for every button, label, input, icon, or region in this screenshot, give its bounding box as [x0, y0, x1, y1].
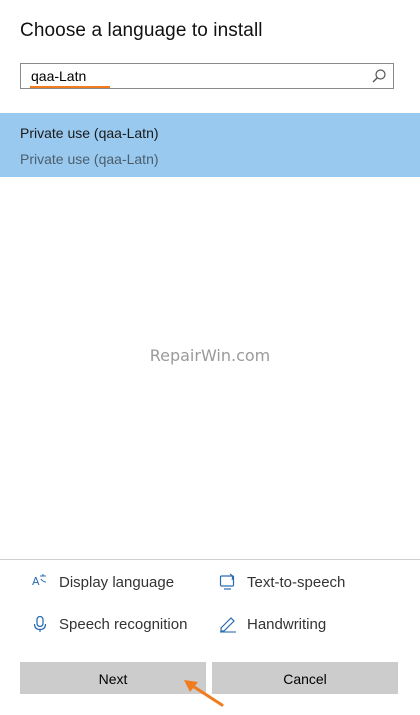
dialog-title: Choose a language to install: [20, 20, 263, 41]
search-icon[interactable]: [371, 68, 387, 84]
cancel-button[interactable]: Cancel: [212, 662, 398, 694]
language-result-item[interactable]: Private use (qaa-Latn) Private use (qaa-…: [0, 113, 420, 177]
feature-label: Text-to-speech: [247, 573, 346, 591]
microphone-icon: [33, 615, 47, 632]
search-highlight-underline: [30, 86, 110, 88]
svg-text:A: A: [32, 575, 40, 588]
divider: [0, 559, 420, 560]
feature-label: Display language: [59, 573, 175, 591]
language-native-name: Private use (qaa-Latn): [20, 151, 159, 167]
feature-text-to-speech: Text-to-speech: [219, 573, 345, 591]
annotation-arrow: [184, 680, 224, 707]
text-to-speech-icon: [219, 573, 235, 590]
feature-label: Handwriting: [247, 615, 327, 633]
feature-handwriting: Handwriting: [219, 615, 326, 633]
display-language-icon: A: [32, 574, 47, 588]
pen-icon: [220, 617, 236, 633]
search-box[interactable]: [20, 63, 394, 89]
search-input[interactable]: [21, 64, 361, 88]
feature-label: Speech recognition: [59, 615, 188, 633]
watermark: RepairWin.com: [149, 346, 271, 365]
language-name: Private use (qaa-Latn): [20, 125, 159, 141]
feature-display-language: A Display language: [31, 573, 174, 591]
feature-speech-recognition: Speech recognition: [31, 615, 187, 633]
